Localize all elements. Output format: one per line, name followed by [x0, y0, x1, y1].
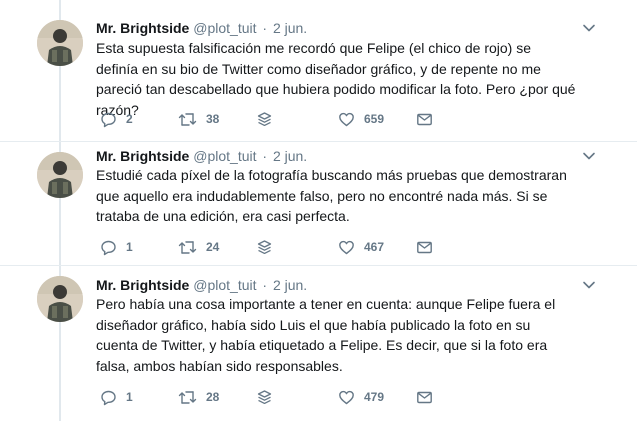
avatar-photo-icon	[37, 276, 83, 322]
avatar[interactable]	[37, 276, 83, 322]
heart-icon	[339, 390, 354, 404]
dm-button[interactable]	[416, 237, 433, 257]
author-name[interactable]: Mr. Brightside	[96, 20, 189, 36]
stack-button[interactable]	[256, 109, 273, 129]
dm-button[interactable]	[416, 387, 433, 407]
tweet[interactable]: Mr. Brightside @plot_tuit · 2 jun. Estud…	[0, 142, 637, 265]
tweet-timestamp[interactable]: 2 jun.	[273, 277, 307, 293]
retweet-button[interactable]: 38	[178, 109, 219, 129]
stack-button[interactable]	[256, 237, 273, 257]
chevron-down-icon[interactable]	[582, 149, 596, 163]
envelope-icon	[417, 241, 432, 253]
author-handle[interactable]: @plot_tuit	[193, 20, 256, 36]
avatar-photo-icon	[37, 152, 83, 198]
retweet-button[interactable]: 24	[178, 237, 219, 257]
retweet-icon	[178, 240, 197, 254]
tweet-text: Pero había una cosa importante a tener e…	[96, 296, 556, 374]
tweet-timestamp[interactable]: 2 jun.	[273, 148, 307, 164]
envelope-icon	[417, 113, 432, 125]
avatar-photo-icon	[37, 20, 83, 66]
heart-icon	[339, 240, 354, 254]
tweet[interactable]: Mr. Brightside @plot_tuit · 2 jun. Pero …	[0, 266, 637, 421]
stack-icon	[257, 111, 272, 126]
reply-icon	[101, 112, 116, 127]
tweet-header: Mr. Brightside @plot_tuit · 2 jun.	[96, 276, 307, 294]
tweet-header: Mr. Brightside @plot_tuit · 2 jun.	[96, 19, 307, 37]
tweet-text: Esta supuesta falsificación me recordó q…	[96, 40, 576, 118]
stack-icon	[257, 239, 272, 254]
reply-count: 1	[126, 390, 133, 404]
avatar[interactable]	[37, 152, 83, 198]
reply-button[interactable]: 1	[100, 237, 133, 257]
retweet-count: 24	[206, 240, 220, 254]
like-count: 467	[364, 240, 385, 254]
like-count: 659	[364, 112, 385, 126]
reply-button[interactable]: 2	[100, 109, 133, 129]
retweet-icon	[178, 112, 197, 126]
author-handle[interactable]: @plot_tuit	[193, 277, 256, 293]
chevron-down-icon[interactable]	[582, 278, 596, 292]
stack-icon	[257, 389, 272, 404]
reply-button[interactable]: 1	[100, 387, 133, 407]
tweet-text: Estudié cada píxel de la fotografía busc…	[96, 167, 567, 224]
stack-button[interactable]	[256, 387, 273, 407]
tweet[interactable]: Mr. Brightside @plot_tuit · 2 jun. Esta …	[0, 0, 637, 141]
separator-dot: ·	[262, 277, 268, 293]
reply-count: 2	[126, 112, 133, 126]
tweet-timestamp[interactable]: 2 jun.	[273, 20, 307, 36]
retweet-button[interactable]: 28	[178, 387, 219, 407]
like-count: 479	[364, 390, 385, 404]
retweet-count: 38	[206, 112, 220, 126]
like-button[interactable]: 479	[338, 387, 384, 407]
chevron-down-icon[interactable]	[582, 21, 596, 35]
dm-button[interactable]	[416, 109, 433, 129]
separator-dot: ·	[262, 148, 268, 164]
reply-icon	[101, 390, 116, 405]
retweet-icon	[178, 390, 197, 404]
like-button[interactable]: 467	[338, 237, 384, 257]
heart-icon	[339, 112, 354, 126]
reply-icon	[101, 240, 116, 255]
tweet-header: Mr. Brightside @plot_tuit · 2 jun.	[96, 147, 307, 165]
separator-dot: ·	[262, 20, 268, 36]
like-button[interactable]: 659	[338, 109, 384, 129]
avatar[interactable]	[37, 20, 83, 66]
envelope-icon	[417, 391, 432, 403]
author-handle[interactable]: @plot_tuit	[193, 148, 256, 164]
reply-count: 1	[126, 240, 133, 254]
author-name[interactable]: Mr. Brightside	[96, 148, 189, 164]
author-name[interactable]: Mr. Brightside	[96, 277, 189, 293]
retweet-count: 28	[206, 390, 220, 404]
